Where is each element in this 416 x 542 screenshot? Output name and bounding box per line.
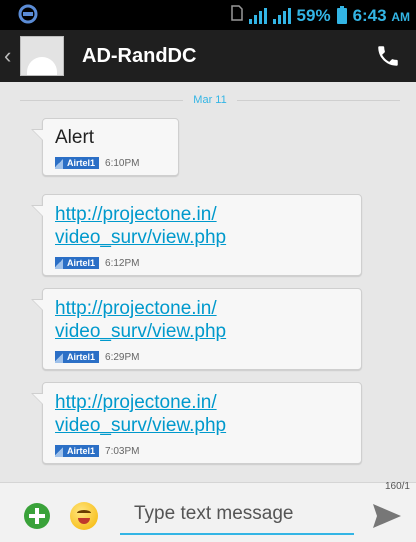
- character-counter: 160/1: [384, 481, 410, 492]
- sim-icon: [230, 5, 243, 26]
- sim-badge: Airtel1: [55, 257, 100, 269]
- signal-icon: [248, 7, 267, 24]
- sim-badge: Airtel1: [55, 157, 100, 169]
- back-icon[interactable]: ‹: [4, 43, 20, 69]
- action-bar: ‹ AD-RandDC: [0, 30, 416, 82]
- battery-percent: 59%: [296, 5, 331, 25]
- contact-avatar-icon[interactable]: [20, 36, 64, 76]
- clock: 6:43 AM: [352, 5, 410, 25]
- send-icon[interactable]: [372, 503, 402, 529]
- call-icon: [378, 46, 398, 66]
- app-notification-icon: [18, 4, 38, 29]
- message-time: 6:10PM: [105, 157, 140, 169]
- emoji-icon[interactable]: [70, 502, 98, 530]
- attach-icon[interactable]: [24, 503, 50, 529]
- compose-bar: 160/1: [0, 481, 416, 542]
- message-time: 6:29PM: [105, 351, 140, 363]
- message-link[interactable]: http://projectone.in/video_surv/view.php: [55, 203, 349, 249]
- date-separator: Mar 11: [20, 90, 401, 110]
- status-bar: 59% 6:43 AM: [0, 0, 416, 30]
- message-text: Alert: [55, 127, 95, 148]
- message-time: 6:12PM: [105, 257, 140, 269]
- message-thread[interactable]: Mar 11 Alert Airtel1 6:10PM http://proje…: [0, 82, 416, 482]
- message-bubble[interactable]: http://projectone.in/video_surv/view.php…: [31, 194, 362, 276]
- message-bubble[interactable]: http://projectone.in/video_surv/view.php…: [31, 382, 362, 464]
- message-time: 7:03PM: [105, 445, 140, 457]
- call-button[interactable]: [360, 30, 416, 82]
- message-link[interactable]: http://projectone.in/video_surv/view.php: [55, 297, 349, 343]
- date-label: Mar 11: [193, 94, 227, 106]
- message-bubble[interactable]: http://projectone.in/video_surv/view.php…: [31, 288, 362, 370]
- sim-badge: Airtel1: [55, 445, 100, 457]
- contact-name[interactable]: AD-RandDC: [82, 45, 360, 68]
- sim-badge: Airtel1: [55, 351, 100, 363]
- message-input[interactable]: [120, 495, 354, 535]
- message-link[interactable]: http://projectone.in/video_surv/view.php: [55, 391, 349, 437]
- battery-icon: [336, 5, 347, 24]
- message-bubble[interactable]: Alert Airtel1 6:10PM: [31, 118, 179, 176]
- signal-icon: [272, 7, 291, 24]
